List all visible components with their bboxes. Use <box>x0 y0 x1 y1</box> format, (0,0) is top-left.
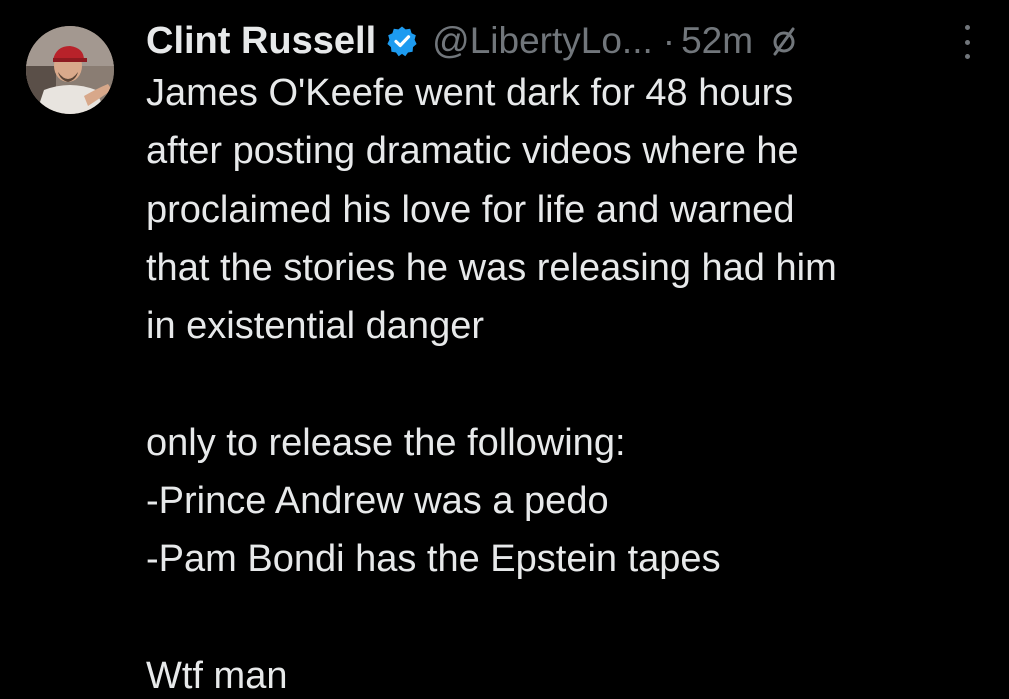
more-vertical-icon[interactable] <box>955 25 979 59</box>
more-dot <box>964 54 970 59</box>
more-dot <box>964 25 970 30</box>
author-handle[interactable]: @LibertyLo... <box>432 20 653 62</box>
tweet-header: Clint Russell @LibertyLo... · 52m <box>146 12 996 70</box>
tweet-text-line: -Prince Andrew was a pedo <box>146 480 609 523</box>
tweet-text-line: proclaimed his love for life and warned <box>146 188 795 231</box>
tweet-text-line: only to release the following: <box>146 421 626 464</box>
tweet: Clint Russell @LibertyLo... · 52m James … <box>0 0 1009 699</box>
separator-dot: · <box>662 20 676 61</box>
slashed-circle-icon <box>769 26 799 56</box>
author-display-name[interactable]: Clint Russell <box>146 20 376 63</box>
tweet-text-line: -Pam Bondi has the Epstein tapes <box>146 538 721 581</box>
tweet-text-line: Wtf man <box>146 654 288 697</box>
more-dot <box>964 39 970 45</box>
tweet-text: James O'Keefe went dark for 48 hours aft… <box>146 64 986 699</box>
tweet-text-line: that the stories he was releasing had hi… <box>146 246 837 289</box>
tweet-text-line: after posting dramatic videos where he <box>146 130 799 173</box>
tweet-text-line: James O'Keefe went dark for 48 hours <box>146 72 794 114</box>
timestamp[interactable]: 52m <box>681 20 753 62</box>
verified-badge-icon <box>386 25 418 57</box>
tweet-text-line: in existential danger <box>146 305 484 348</box>
avatar[interactable] <box>26 26 114 114</box>
